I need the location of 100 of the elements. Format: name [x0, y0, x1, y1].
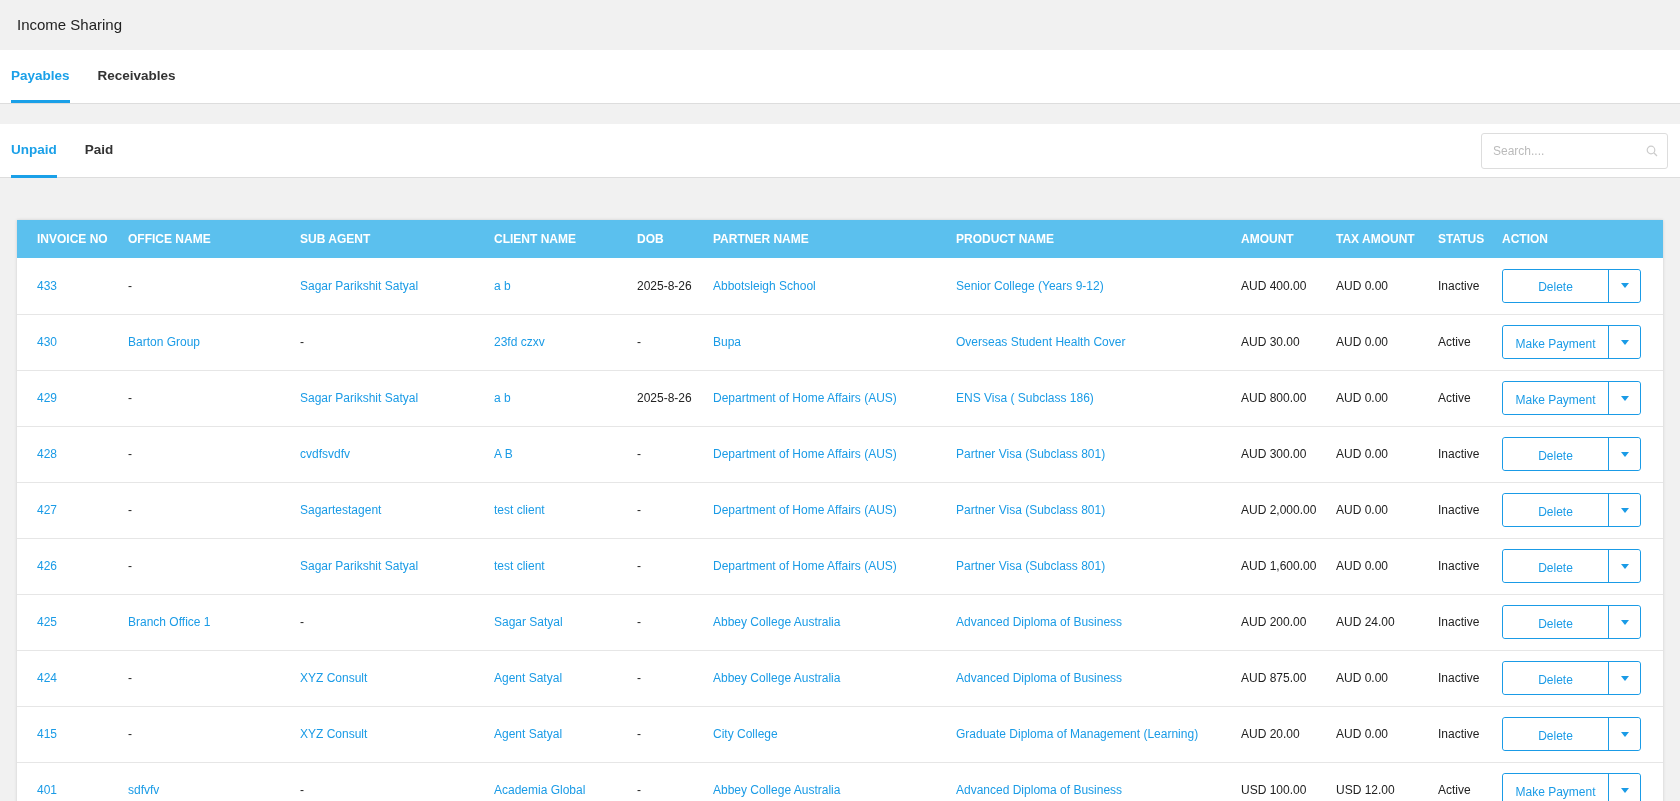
table-link[interactable]: a b [494, 278, 511, 293]
dropdown-toggle-button[interactable] [1608, 494, 1640, 526]
caret-icon [1620, 787, 1629, 793]
table-link[interactable]: XYZ Consult [300, 727, 368, 741]
caret-icon [1620, 563, 1629, 569]
table-cell: - [300, 335, 304, 349]
table-link[interactable]: 415 [37, 727, 58, 741]
table-link[interactable]: Branch Office 1 [128, 615, 211, 629]
table-link[interactable]: Advanced Diploma of Business [956, 671, 1123, 685]
dropdown-toggle-button[interactable] [1608, 606, 1640, 638]
table-cell: - [128, 447, 132, 461]
table-link[interactable]: 428 [37, 447, 58, 461]
table-cell: - [637, 559, 641, 573]
table-cell: Inactive [1438, 671, 1480, 685]
table-link[interactable]: Partner Visa (Subclass 801) [956, 503, 1106, 517]
table-link[interactable]: Graduate Diploma of Management (Learning) [956, 727, 1199, 741]
column-header: CLIENT NAME [474, 220, 617, 258]
table-link[interactable]: a b [494, 391, 511, 405]
table-link[interactable]: sdfvfv [128, 783, 160, 797]
table-link[interactable]: test client [494, 559, 545, 573]
table-link[interactable]: 23fd czxv [494, 335, 545, 349]
table-link[interactable]: 424 [37, 671, 58, 685]
table-link[interactable]: Academia Global [494, 783, 586, 797]
column-header: DOB [617, 220, 693, 258]
dropdown-toggle-button[interactable] [1608, 774, 1640, 801]
table-link[interactable]: Department of Home Affairs (AUS) [713, 559, 897, 573]
table-link[interactable]: Overseas Student Health Cover [956, 335, 1126, 349]
table-cell: Active [1438, 335, 1471, 349]
dropdown-toggle-button[interactable] [1608, 382, 1640, 414]
dropdown-toggle-button[interactable] [1608, 550, 1640, 582]
table-link[interactable]: Agent Satyal [494, 671, 563, 685]
table-cell: AUD 800.00 [1241, 391, 1307, 405]
table-link[interactable]: Advanced Diploma of Business [956, 615, 1123, 629]
table-cell: USD 100.00 [1241, 783, 1307, 797]
table-link[interactable]: 429 [37, 391, 58, 405]
column-header: AMOUNT [1221, 220, 1316, 258]
dropdown-toggle-button[interactable] [1608, 438, 1640, 470]
table-link[interactable]: Senior College (Years 9-12) [956, 278, 1104, 293]
tab[interactable]: Receivables [97, 50, 176, 103]
dropdown-toggle-button[interactable] [1608, 269, 1640, 302]
table-link[interactable]: cvdfsvdfv [300, 447, 350, 461]
table-cell: AUD 0.00 [1336, 278, 1389, 293]
table-cell: Inactive [1438, 727, 1480, 741]
table-link[interactable]: Department of Home Affairs (AUS) [713, 391, 897, 405]
table-link[interactable]: Sagar Parikshit Satyal [300, 559, 419, 573]
table-cell: AUD 24.00 [1336, 615, 1395, 629]
table-cell: - [128, 671, 132, 685]
table-link[interactable]: Partner Visa (Subclass 801) [956, 559, 1106, 573]
table-link[interactable]: Advanced Diploma of Business [956, 783, 1123, 797]
table-link[interactable]: Sagartestagent [300, 503, 382, 517]
table-cell: - [128, 727, 132, 741]
table-link[interactable]: Sagar Satyal [494, 615, 563, 629]
table-cell: AUD 0.00 [1336, 335, 1389, 349]
search-field[interactable]: Search.... [1481, 132, 1668, 169]
table-cell: AUD 0.00 [1336, 447, 1389, 461]
table-cell: Active [1438, 391, 1471, 405]
table-link[interactable]: 427 [37, 503, 58, 517]
caret-icon [1620, 283, 1629, 289]
table-cell: - [128, 278, 132, 293]
caret-icon [1620, 675, 1629, 681]
table-link[interactable]: Department of Home Affairs (AUS) [713, 447, 897, 461]
table-link[interactable]: Department of Home Affairs (AUS) [713, 503, 897, 517]
table-link[interactable]: Abbey College Australia [713, 783, 841, 797]
table-link[interactable]: 426 [37, 559, 58, 573]
table-link[interactable]: Sagar Parikshit Satyal [300, 391, 419, 405]
dropdown-toggle-button[interactable] [1608, 326, 1640, 358]
table-cell: AUD 0.00 [1336, 503, 1389, 517]
table-cell: - [637, 783, 641, 797]
table-cell: Active [1438, 783, 1471, 797]
tab[interactable]: Paid [84, 123, 114, 178]
table-cell: - [637, 671, 641, 685]
table-link[interactable]: City College [713, 727, 778, 741]
table-link[interactable]: 401 [37, 783, 58, 797]
table-link[interactable]: Abbey College Australia [713, 671, 841, 685]
table-link[interactable]: Barton Group [128, 335, 201, 349]
table-cell: - [637, 727, 641, 741]
table-link[interactable]: Sagar Parikshit Satyal [300, 278, 419, 293]
table-link[interactable]: 425 [37, 615, 58, 629]
caret-icon [1620, 339, 1629, 345]
table-link[interactable]: Abbotsleigh School [713, 278, 816, 293]
dropdown-toggle-button[interactable] [1608, 718, 1640, 750]
table-link[interactable]: Bupa [713, 335, 742, 349]
tab[interactable]: Unpaid [11, 123, 57, 178]
table-cell: - [637, 335, 641, 349]
dropdown-toggle-button[interactable] [1608, 662, 1640, 694]
table-link[interactable]: Abbey College Australia [713, 615, 841, 629]
table-cell: - [300, 783, 304, 797]
table-link[interactable]: Agent Satyal [494, 727, 563, 741]
table-link[interactable]: Partner Visa (Subclass 801) [956, 447, 1106, 461]
table-cell: 2025-8-26 [637, 391, 692, 405]
table-link[interactable]: test client [494, 503, 545, 517]
table-cell: - [637, 615, 641, 629]
table-link[interactable]: 433 [37, 278, 58, 293]
table-cell: Inactive [1438, 503, 1480, 517]
tab[interactable]: Payables [11, 50, 70, 103]
table-link[interactable]: 430 [37, 335, 58, 349]
table-cell: Inactive [1438, 615, 1480, 629]
table-link[interactable]: ENS Visa ( Subclass 186) [956, 391, 1094, 405]
table-link[interactable]: XYZ Consult [300, 671, 368, 685]
table-link[interactable]: A B [494, 447, 513, 461]
